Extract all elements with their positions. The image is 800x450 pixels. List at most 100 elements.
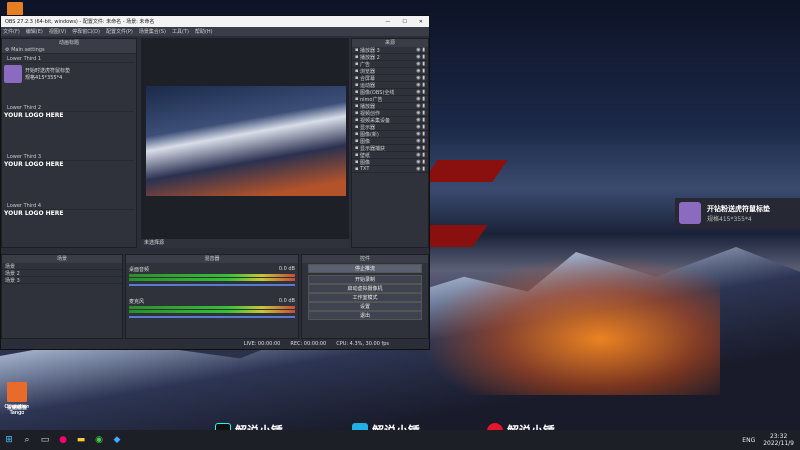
lower-third-header[interactable]: Lower Third 1 [4, 56, 134, 63]
menu-edit[interactable]: 编辑(E) [26, 28, 43, 35]
volume-meter [129, 274, 295, 277]
search-icon[interactable]: ⌕ [18, 430, 36, 450]
app-icon[interactable]: ◆ [108, 430, 126, 450]
scene-item[interactable]: 场景 [2, 263, 122, 270]
menu-profile[interactable]: 配置文件(P) [106, 28, 133, 35]
lock-icon[interactable]: ▮ [421, 54, 425, 60]
lower-third-line1[interactable]: 开始时送虎符鼠标垫 [25, 67, 70, 74]
sources-panel: 来源 ▪ 播放器 3 ◉ ▮ ▪ 播放器 2 ◉ ▮ ▪ 广告 ◉ ▮ ▪ 浏览器 ◉ ▮ ▪ … [351, 38, 429, 248]
source-label: TXT [359, 166, 370, 172]
channel-name: 桌面音频 [129, 267, 150, 273]
volume-slider[interactable] [129, 284, 295, 286]
lock-icon[interactable]: ▮ [421, 159, 425, 165]
lower-third-header[interactable]: Lower Third 4 [4, 203, 134, 210]
source-label: 合屏幕 [359, 75, 375, 82]
obs-titlebar: OBS 27.2.3 (64-bit, windows) - 配置文件: 未命名… [1, 16, 429, 27]
preview-area: 未选择源 [141, 38, 349, 248]
task-view-icon[interactable]: ▭ [36, 430, 54, 450]
scenes-title: 场景 [2, 255, 122, 263]
window-controls: — ☐ ✕ [385, 19, 429, 25]
avatar [679, 202, 701, 224]
lower-third-label: Lower Third 4 [7, 203, 42, 209]
stop-streaming-button[interactable]: 停止推流 [308, 264, 422, 273]
lock-icon[interactable]: ▮ [421, 75, 425, 81]
mixer-panel: 混音器 桌面音频 0.0 dB 麦克风 0.0 dB [125, 254, 299, 339]
menu-help[interactable]: 帮助(H) [195, 28, 213, 35]
source-label: 显示器捕获 [359, 145, 385, 152]
lock-icon[interactable]: ▮ [421, 68, 425, 74]
menu-file[interactable]: 文件(F) [3, 28, 20, 35]
lower-third-header[interactable]: Lower Third 3 [4, 154, 134, 161]
virtual-camera-button[interactable]: 启动虚拟摄像机 [308, 284, 422, 293]
lock-icon[interactable]: ▮ [421, 166, 425, 172]
source-item[interactable]: ▪ TXT ◉ ▮ [352, 166, 428, 173]
logo-placeholder: YOUR LOGO HERE [4, 210, 64, 217]
desktop-icon[interactable]: Operation Tango [4, 382, 30, 416]
studio-mode-button[interactable]: 工作室模式 [308, 293, 422, 302]
wechat-icon[interactable]: ◉ [90, 430, 108, 450]
lock-icon[interactable]: ▮ [421, 89, 425, 95]
source-label: 壁纸 [359, 152, 370, 159]
source-item[interactable]: ▪ 图像 ◉ ▮ [352, 159, 428, 166]
lock-icon[interactable]: ▮ [421, 117, 425, 123]
scene-item[interactable]: 场景 2 [2, 270, 122, 277]
lower-third-label: Lower Third 3 [7, 154, 42, 160]
lock-icon[interactable]: ▮ [421, 82, 425, 88]
source-label: 运动器 [359, 82, 375, 89]
main-settings-row[interactable]: ⚙ Main settings [2, 47, 136, 54]
lock-icon[interactable]: ▮ [421, 47, 425, 53]
live-timer: LIVE: 00:00:00 [243, 341, 281, 347]
main-settings-label: Main settings [11, 47, 45, 53]
preview-canvas[interactable] [146, 86, 346, 196]
lower-third-content: 开始时送虎符鼠标垫 规格415*355*4 [4, 63, 134, 85]
lock-icon[interactable]: ▮ [421, 131, 425, 137]
lower-third-label: Lower Third 1 [7, 56, 42, 62]
menu-tools[interactable]: 工具(T) [172, 28, 189, 35]
source-label: 图像 [359, 138, 370, 145]
maximize-icon[interactable]: ☐ [402, 19, 406, 25]
lower-third-header[interactable]: Lower Third 2 [4, 105, 134, 112]
source-label: 显示器 [359, 124, 375, 131]
obs-title: OBS 27.2.3 (64-bit, windows) - 配置文件: 未命名… [5, 19, 155, 25]
folder-icon[interactable]: ▬ [72, 430, 90, 450]
lock-icon[interactable]: ▮ [421, 152, 425, 158]
lock-icon[interactable]: ▮ [421, 96, 425, 102]
clock-time: 23:32 [769, 433, 788, 440]
lock-icon[interactable]: ▮ [421, 61, 425, 67]
settings-button[interactable]: 设置 [308, 302, 422, 311]
taskbar: ⊞ ⌕ ▭ ● ▬ ◉ ◆ ENG 23:32 2022/11/9 [0, 430, 800, 450]
menu-scene-collection[interactable]: 场景集合(S) [139, 28, 166, 35]
source-label: 浏览器 [359, 68, 375, 75]
rec-timer: REC: 00:00:00 [290, 341, 327, 347]
scene-item[interactable]: 场景 3 [2, 277, 122, 284]
lower-third-label: Lower Third 2 [7, 105, 42, 111]
minimize-icon[interactable]: — [385, 19, 390, 25]
lower-third-line2[interactable]: 规格415*355*4 [25, 74, 70, 81]
menu-view[interactable]: 视图(V) [49, 28, 66, 35]
start-recording-button[interactable]: 开始录制 [308, 275, 422, 284]
lock-icon[interactable]: ▮ [421, 145, 425, 151]
close-icon[interactable]: ✕ [419, 19, 423, 25]
avatar [4, 65, 22, 83]
start-icon[interactable]: ⊞ [0, 430, 18, 450]
lock-icon[interactable]: ▮ [421, 110, 425, 116]
lock-icon[interactable]: ▮ [421, 103, 425, 109]
lock-icon[interactable]: ▮ [421, 138, 425, 144]
red-stripe-decoration [422, 160, 508, 182]
menu-dock[interactable]: 停靠窗口(D) [72, 28, 100, 35]
volume-slider[interactable] [129, 316, 295, 318]
obs-menubar: 文件(F) 编辑(E) 视图(V) 停靠窗口(D) 配置文件(P) 场景集合(S… [1, 27, 429, 36]
obs-taskbar-icon[interactable]: ● [54, 430, 72, 450]
clock[interactable]: 23:32 2022/11/9 [763, 433, 794, 447]
lower-third-1: Lower Third 1 开始时送虎符鼠标垫 规格415*355*4 [2, 54, 136, 87]
exit-button[interactable]: 退出 [308, 311, 422, 320]
tray-language[interactable]: ENG [742, 437, 755, 444]
lower-third-4: Lower Third 4 YOUR LOGO HERE [2, 201, 136, 232]
sources-list: ▪ 播放器 3 ◉ ▮ ▪ 播放器 2 ◉ ▮ ▪ 广告 ◉ ▮ ▪ 浏览器 ◉ ▮ ▪ 合屏幕… [352, 47, 428, 173]
mixer-title: 混音器 [126, 255, 298, 263]
volume-meter [129, 278, 295, 281]
lower-thirds-dock: 动画标题 ⚙ Main settings Lower Third 1 开始时送虎… [1, 38, 137, 248]
volume-meter [129, 310, 295, 313]
lock-icon[interactable]: ▮ [421, 124, 425, 130]
channel-db: 0.0 dB [278, 266, 295, 272]
